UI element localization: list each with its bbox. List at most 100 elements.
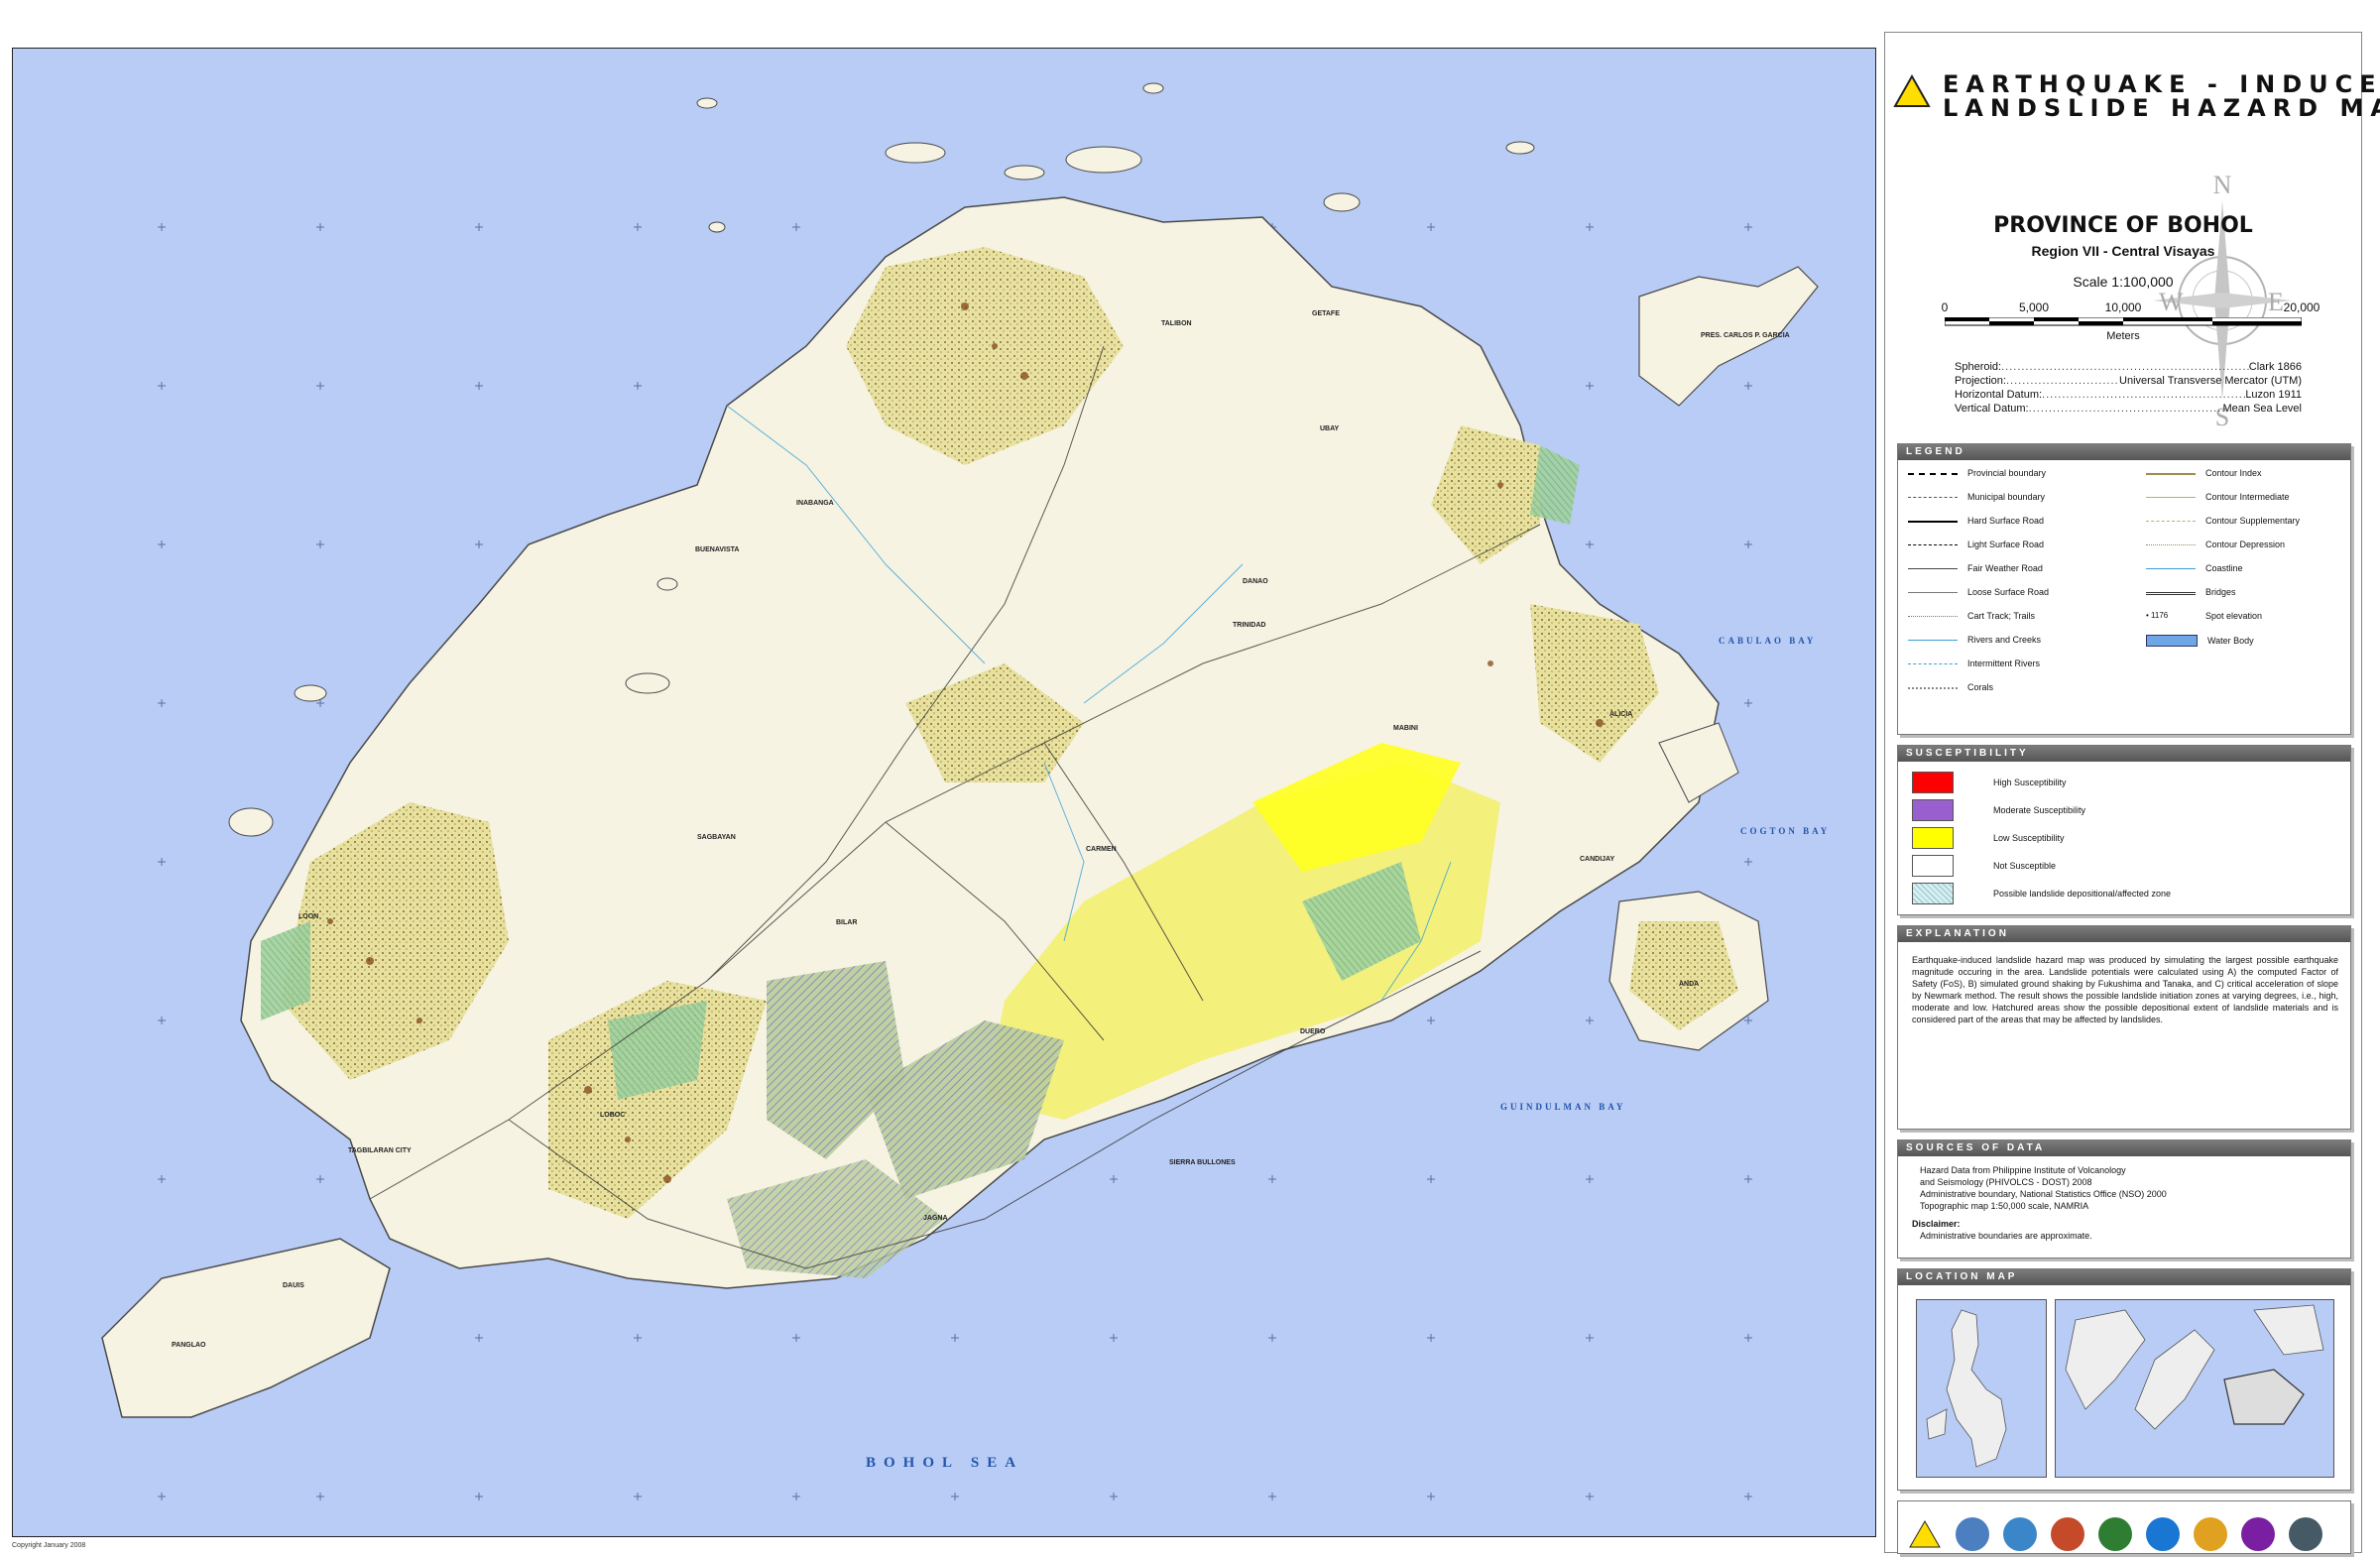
sea-label-guindulman: GUINDULMAN BAY [1500,1102,1626,1112]
sea-label-cogton: COGTON BAY [1740,826,1831,836]
town-label: LOBOC [600,1112,626,1119]
panglao-island [101,1238,391,1418]
town-label: UBAY [1320,425,1340,432]
legend-item: • 1176 Spot elevation [2146,611,2263,621]
spec-row: Spheroid:...............................… [1955,361,2302,373]
town-label: BUENAVISTA [695,546,740,553]
projection-specs: Spheroid:...............................… [1955,360,2302,416]
province-title: PROVINCE OF BOHOL [1993,213,2253,238]
scale-unit: Meters [2106,330,2140,342]
spec-row: Horizontal Datum:.......................… [1955,389,2302,401]
legend-item: Fair Weather Road [1908,563,2043,573]
legend-item: Contour Index [2146,468,2262,478]
town-label: SAGBAYAN [697,834,736,841]
susceptibility-heading: SUSCEPTIBILITY [1898,746,2350,762]
location-map-heading: LOCATION MAP [1898,1269,2350,1285]
susceptibility-item: Low Susceptibility [1912,827,2065,849]
town-label: TALIBON [1161,320,1192,327]
denr-logo-icon [2098,1517,2132,1551]
scale-bar-graphic [1945,317,2302,326]
ausaid-logo-icon [2289,1517,2322,1551]
sources-text: Hazard Data from Philippine Institute of… [1912,1164,2338,1242]
susceptibility-item: Possible landslide depositional/affected… [1912,883,2171,904]
source-line: Administrative boundary, National Statis… [1920,1189,2167,1199]
town-label: MABINI [1393,725,1418,732]
town-label: BILAR [836,919,858,926]
scale-tick: 10,000 [2104,300,2142,314]
town-label: DAUIS [283,1282,304,1289]
susceptibility-item: Moderate Susceptibility [1912,799,2085,821]
region-subtitle: Region VII - Central Visayas [2031,243,2215,259]
legend-item: Contour Intermediate [2146,492,2290,502]
town-label: TAGBILARAN CITY [348,1147,412,1154]
copyright: Copyright January 2008 [12,1542,86,1549]
town-label: DANAO [1243,578,1268,585]
legend-item: Bridges [2146,587,2236,597]
legend-section: LEGEND Provincial boundary Municipal bou… [1897,443,2351,735]
explanation-heading: EXPLANATION [1898,926,2350,942]
town-label: PANGLAO [172,1342,206,1349]
sources-section: SOURCES OF DATA Hazard Data from Philipp… [1897,1139,2351,1258]
legend-item: Cart Track; Trails [1908,611,2035,621]
legend-item: Corals [1908,682,1993,692]
hazard-triangle-icon [1893,74,1931,107]
scale-text: Scale 1:100,000 [2073,274,2174,290]
sea-label-cabulao: CABULAO BAY [1719,636,1817,646]
town-label: JAGNA [923,1215,948,1222]
town-label: CANDIJAY [1580,856,1615,863]
source-line: and Seismology (PHIVOLCS - DOST) 2008 [1920,1177,2092,1187]
town-label: CARMEN [1086,846,1117,853]
spec-row: Projection:.............................… [1955,375,2302,387]
dost-logo-icon [1956,1517,1989,1551]
legend-item: Contour Supplementary [2146,516,2300,526]
legend-item: Rivers and Creeks [1908,635,2041,645]
legend-item: Hard Surface Road [1908,516,2044,526]
legend-item: Coastline [2146,563,2243,573]
legend-item: Intermittent Rivers [1908,659,2040,668]
philippines-inset-map [1916,1299,2047,1478]
legend-item: Light Surface Road [1908,539,2044,549]
town-label: ANDA [1679,981,1700,988]
scale-tick: 20,000 [2283,300,2320,314]
legend-item: Municipal boundary [1908,492,2045,502]
legend-item: Provincial boundary [1908,468,2046,478]
map-frame[interactable]: BOHOL SEA CABULAO BAY COGTON BAY GUINDUL… [12,48,1876,1537]
phivolcs-logo-icon [1909,1519,1941,1548]
town-label: ALICIA [1609,711,1633,718]
region-inset-map [2055,1299,2334,1478]
town-label: TRINIDAD [1233,622,1266,629]
namria-logo-icon [2146,1517,2180,1551]
town-label: LOON [298,913,319,920]
pagasa-logo-icon [2194,1517,2227,1551]
legend-item: Water Body [2146,635,2254,647]
town-label: DUERO [1300,1028,1326,1035]
explanation-text: Earthquake-induced landslide hazard map … [1912,955,2338,1024]
spec-row: Vertical Datum:.........................… [1955,403,2302,415]
legend-item: Contour Depression [2146,539,2285,549]
bohol-map-svg [101,82,1819,1500]
svg-text:N: N [2213,172,2232,199]
agency-logos [1897,1500,2351,1554]
ocd-logo-icon [2051,1517,2084,1551]
scale-bar: 0 5,000 10,000 20,000 Meters [1941,300,2320,342]
town-label: GETAFE [1312,310,1340,317]
scale-tick: 5,000 [2018,300,2050,314]
map-title-line2: LANDSLIDE HAZARD MAP [1943,94,2380,122]
bridge-icon [2146,587,2196,597]
town-label: PRES. CARLOS P. GARCIA [1701,332,1790,339]
agency-logo-icon [2003,1517,2037,1551]
legend-heading: LEGEND [1898,444,2350,460]
susceptibility-section: SUSCEPTIBILITY High Susceptibility Moder… [1897,745,2351,915]
susceptibility-item: Not Susceptible [1912,855,2056,877]
location-map-section: LOCATION MAP [1897,1268,2351,1491]
map-legend-panel: EARTHQUAKE - INDUCED LANDSLIDE HAZARD MA… [1884,32,2380,1554]
susceptibility-item: High Susceptibility [1912,772,2067,793]
sea-label-bohol: BOHOL SEA [866,1455,1024,1471]
sources-heading: SOURCES OF DATA [1898,1140,2350,1156]
scale-tick: 0 [1941,300,1949,314]
town-label: INABANGA [796,500,834,507]
town-label: SIERRA BULLONES [1169,1159,1236,1166]
source-line: Topographic map 1:50,000 scale, NAMRIA [1920,1201,2089,1211]
undp-logo-icon [2241,1517,2275,1551]
explanation-section: EXPLANATION Earthquake-induced landslide… [1897,925,2351,1130]
